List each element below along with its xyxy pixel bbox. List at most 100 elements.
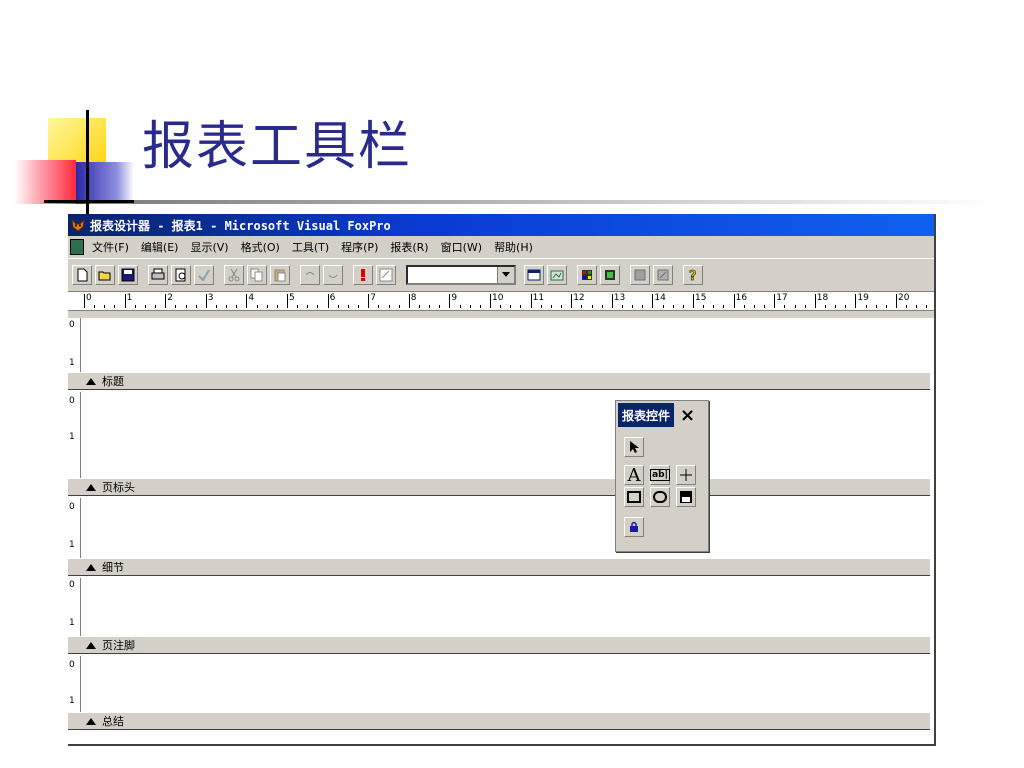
undo-icon[interactable] [300, 265, 320, 285]
color-palette-icon[interactable] [577, 265, 597, 285]
ruler-minor-tick [642, 305, 644, 308]
ruler-number: 8 [410, 293, 417, 303]
palette-titlebar[interactable]: 报表控件 × [616, 401, 708, 429]
menu-window[interactable]: 窗口(W) [441, 239, 482, 255]
decor-blue-square [76, 162, 134, 204]
redo-icon[interactable] [323, 265, 343, 285]
report-canvas[interactable]: 01 标题 01 页标头 01 细节 01 页注脚 01 总结 [68, 318, 934, 744]
rounded-rectangle-icon[interactable] [650, 487, 670, 507]
field-icon[interactable]: ab| [650, 465, 670, 485]
band-label-page-header[interactable]: 页标头 [68, 478, 930, 496]
slide-title: 报表工具栏 [142, 117, 413, 177]
object-selector-combo[interactable] [406, 265, 516, 285]
ruler-minor-tick [256, 305, 258, 308]
help-icon[interactable]: ? [683, 265, 703, 285]
ruler-minor-tick [835, 305, 837, 308]
modify-icon[interactable] [376, 265, 396, 285]
band-detail-area[interactable]: 01 [68, 498, 932, 558]
close-icon[interactable]: × [680, 405, 695, 426]
report-controls-icon[interactable] [547, 265, 567, 285]
window-titlebar[interactable]: 报表设计器 - 报表1 - Microsoft Visual FoxPro [68, 214, 934, 236]
data-environment-icon[interactable] [524, 265, 544, 285]
ruler-minor-tick [104, 305, 106, 308]
ruler-number: 18 [816, 293, 829, 303]
ruler-minor-tick [621, 305, 623, 308]
ruler-tick [449, 294, 451, 308]
cut-icon[interactable] [224, 265, 244, 285]
band-label-title[interactable]: 标题 [68, 372, 930, 390]
band-summary-area[interactable]: 01 [68, 656, 932, 712]
band-label-page-footer[interactable]: 页注脚 [68, 636, 930, 654]
triangle-up-icon [86, 717, 96, 725]
vertical-ruler: 01 [68, 392, 81, 478]
ruler-number: 10 [492, 293, 504, 303]
band-label-summary[interactable]: 总结 [68, 712, 930, 730]
ruler-minor-tick [662, 305, 664, 308]
menu-edit[interactable]: 编辑(E) [141, 239, 179, 255]
menu-report[interactable]: 报表(R) [390, 239, 428, 255]
new-icon[interactable] [72, 265, 92, 285]
ruler-tick [611, 294, 613, 308]
paste-icon[interactable] [270, 265, 290, 285]
standard-toolbar: ? [68, 258, 934, 292]
menu-program[interactable]: 程序(P) [341, 239, 378, 255]
ruler-tick [408, 294, 410, 308]
spell-check-icon[interactable] [194, 265, 214, 285]
label-icon[interactable]: A [624, 465, 644, 486]
ruler-minor-tick [358, 305, 360, 308]
ruler-minor-tick [307, 305, 309, 308]
svg-text:?: ? [689, 269, 697, 282]
band-page-header-area[interactable]: 01 [68, 392, 932, 478]
select-pointer-icon[interactable] [624, 437, 644, 457]
report-controls-palette[interactable]: 报表控件 × A ab| [615, 400, 709, 552]
ruler-minor-tick [804, 305, 806, 308]
save-icon[interactable] [118, 265, 138, 285]
form-icon[interactable] [630, 265, 650, 285]
button-lock-icon[interactable] [624, 517, 644, 537]
vertical-ruler: 01 [68, 498, 81, 558]
run-icon[interactable] [353, 265, 373, 285]
chevron-down-icon[interactable] [497, 267, 514, 283]
ruler-minor-tick [479, 305, 481, 308]
band-page-footer-area[interactable]: 01 [68, 578, 932, 636]
menu-help[interactable]: 帮助(H) [494, 239, 533, 255]
ruler-minor-tick [459, 305, 461, 308]
copy-icon[interactable] [247, 265, 267, 285]
ruler-number: 6 [329, 293, 336, 303]
ruler-minor-tick [114, 305, 116, 308]
band-title-area[interactable]: 01 [68, 318, 932, 372]
print-icon[interactable] [148, 265, 168, 285]
menu-tools[interactable]: 工具(T) [292, 239, 329, 255]
ruler-minor-tick [591, 305, 593, 308]
ruler-minor-tick [144, 305, 146, 308]
print-preview-icon[interactable] [171, 265, 191, 285]
menu-file[interactable]: 文件(F) [92, 239, 129, 255]
ruler-minor-tick [550, 305, 552, 308]
menu-format[interactable]: 格式(O) [241, 239, 280, 255]
layout-icon[interactable] [600, 265, 620, 285]
ruler-minor-tick [195, 305, 197, 308]
ruler-minor-tick [276, 305, 278, 308]
ruler-tick [774, 294, 776, 308]
ruler-minor-tick [845, 305, 847, 308]
line-icon[interactable] [676, 465, 696, 485]
ruler-minor-tick [906, 305, 908, 308]
picture-ole-icon[interactable] [676, 487, 696, 507]
ruler-minor-tick [520, 305, 522, 308]
ruler-tick [84, 294, 85, 308]
ruler-minor-tick [134, 305, 136, 308]
band-label-detail[interactable]: 细节 [68, 558, 930, 576]
foxpro-app-icon[interactable] [70, 217, 86, 233]
open-icon[interactable] [95, 265, 115, 285]
ruler-minor-tick [824, 305, 826, 308]
rectangle-icon[interactable] [624, 487, 644, 507]
ruler-minor-tick [266, 305, 268, 308]
ruler-tick [814, 294, 816, 308]
report-designer-window[interactable]: 报表设计器 - 报表1 - Microsoft Visual FoxPro 文件… [68, 214, 936, 746]
system-menu-icon[interactable] [70, 239, 84, 255]
builder-icon[interactable] [653, 265, 673, 285]
menu-view[interactable]: 显示(V) [190, 239, 228, 255]
ruler-number: 1 [126, 293, 133, 303]
ruler-number: 4 [248, 293, 255, 303]
ruler-minor-tick [94, 305, 96, 308]
